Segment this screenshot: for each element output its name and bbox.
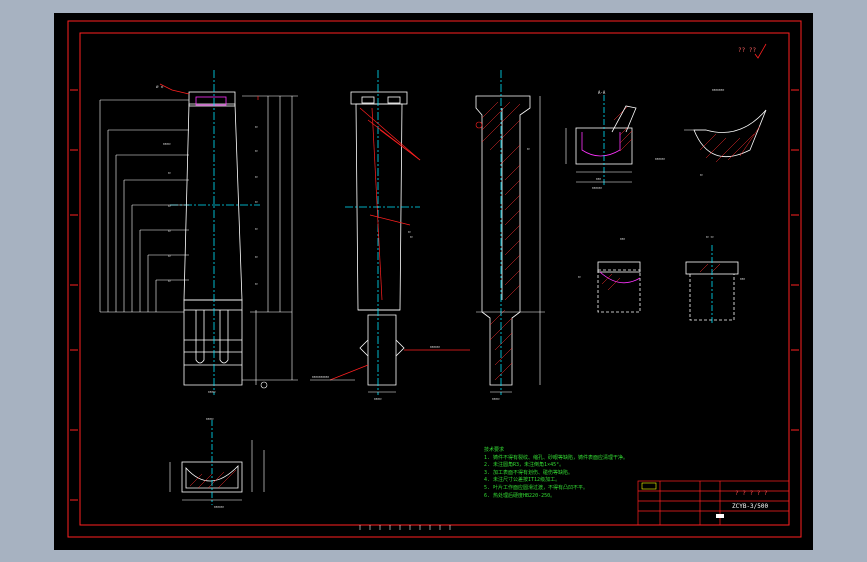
technical-notes: 技术要求 1. 铸件不得有裂纹、缩孔、砂眼等缺陷，铸件表面应清理干净。 2. 未… bbox=[484, 447, 628, 500]
svg-text:▭▭▭: ▭▭▭ bbox=[208, 389, 216, 394]
view-section: ▭▭▭ ▭ bbox=[475, 70, 545, 401]
svg-text:▭▭▭▭: ▭▭▭▭ bbox=[655, 156, 665, 161]
svg-text:▭▭▭▭: ▭▭▭▭ bbox=[430, 344, 440, 349]
outer-border bbox=[67, 20, 802, 538]
roughness-symbol bbox=[754, 43, 767, 59]
notes-heading: 技术要求 bbox=[484, 447, 505, 453]
view-detail-2: ▭ ▭ ▭▭ bbox=[685, 234, 745, 325]
note-line: 2. 未注圆角R3，未注倒角1×45°。 bbox=[484, 462, 565, 469]
view-side: ▭▭▭ ▭▭▭▭▭▭▭ ▭ ▭ ▭▭▭▭ bbox=[310, 70, 470, 401]
svg-text:▭: ▭ bbox=[255, 148, 258, 153]
view-section-aa: A-A ▭▭ ▭▭▭▭ bbox=[565, 90, 637, 190]
note-line: 5. 叶片工作面应圆滑过渡，不得有凸凹不平。 bbox=[484, 484, 589, 491]
svg-text:▭: ▭ bbox=[168, 228, 171, 233]
svg-text:▭: ▭ bbox=[255, 254, 258, 259]
view-front: ⌀ ◇ ▭▭▭ ▭ ▭ ▭ ▭ ▭ ▭ ▭ ▭ ▭ ▭ ▭ ▭ ▭▭▭ bbox=[99, 70, 298, 395]
svg-text:▭: ▭ bbox=[410, 234, 413, 239]
svg-text:▭▭: ▭▭ bbox=[740, 276, 745, 281]
drawing-svg: ⌀ ◇ ▭▭▭ ▭ ▭ ▭ ▭ ▭ ▭ ▭ ▭ ▭ ▭ ▭ ▭ ▭▭▭ ▭▭▭ … bbox=[67, 20, 802, 538]
svg-text:▭▭▭: ▭▭▭ bbox=[374, 396, 382, 401]
svg-text:▭: ▭ bbox=[255, 124, 258, 129]
title-block-marks: ? ? ? ? ? bbox=[735, 490, 768, 497]
svg-text:▭: ▭ bbox=[527, 146, 530, 151]
svg-text:▭: ▭ bbox=[168, 278, 171, 283]
view-blade-top: ▭▭▭▭▭ ▭▭▭▭ ▭ bbox=[655, 87, 767, 177]
svg-text:▭ ▭: ▭ ▭ bbox=[706, 234, 714, 239]
drawing-code: ZCYB-3/500 bbox=[732, 503, 769, 510]
svg-text:⌀ ◇: ⌀ ◇ bbox=[156, 84, 164, 89]
note-line: 4. 未注尺寸公差按IT12级加工。 bbox=[484, 477, 561, 484]
title-block-mark bbox=[716, 514, 724, 518]
view-blade-bottom: ▭▭▭ ▭▭▭▭ bbox=[169, 416, 265, 509]
view-detail-1: ▭▭ ▭ bbox=[578, 236, 641, 313]
svg-text:▭▭▭▭: ▭▭▭▭ bbox=[592, 185, 602, 190]
svg-text:▭: ▭ bbox=[255, 281, 258, 286]
svg-text:▭▭▭▭▭: ▭▭▭▭▭ bbox=[712, 87, 725, 92]
corner-mark: ?? ?? bbox=[738, 47, 757, 54]
svg-text:▭: ▭ bbox=[168, 253, 171, 258]
svg-text:▭▭▭: ▭▭▭ bbox=[492, 396, 500, 401]
cad-viewer: ⌀ ◇ ▭▭▭ ▭ ▭ ▭ ▭ ▭ ▭ ▭ ▭ ▭ ▭ ▭ ▭ ▭▭▭ ▭▭▭ … bbox=[0, 0, 867, 562]
ruler-ticks bbox=[359, 525, 451, 530]
svg-text:▭▭: ▭▭ bbox=[596, 176, 601, 181]
title-block-flag bbox=[641, 482, 657, 490]
inner-border bbox=[79, 32, 790, 526]
svg-text:▭▭▭▭: ▭▭▭▭ bbox=[214, 504, 224, 509]
svg-text:▭: ▭ bbox=[700, 172, 703, 177]
note-line: 6. 热处理后硬度HB220-250。 bbox=[484, 492, 556, 499]
svg-text:▭▭▭: ▭▭▭ bbox=[206, 416, 214, 421]
svg-text:▭: ▭ bbox=[168, 170, 171, 175]
svg-text:▭: ▭ bbox=[578, 274, 581, 279]
svg-text:▭: ▭ bbox=[255, 226, 258, 231]
svg-text:▭: ▭ bbox=[168, 203, 171, 208]
svg-text:▭: ▭ bbox=[255, 174, 258, 179]
svg-text:▭▭▭▭▭▭▭: ▭▭▭▭▭▭▭ bbox=[312, 374, 329, 379]
svg-text:▭: ▭ bbox=[255, 199, 258, 204]
svg-text:▭▭: ▭▭ bbox=[620, 236, 625, 241]
svg-text:▭▭▭: ▭▭▭ bbox=[163, 141, 171, 146]
svg-text:A-A: A-A bbox=[598, 90, 606, 95]
